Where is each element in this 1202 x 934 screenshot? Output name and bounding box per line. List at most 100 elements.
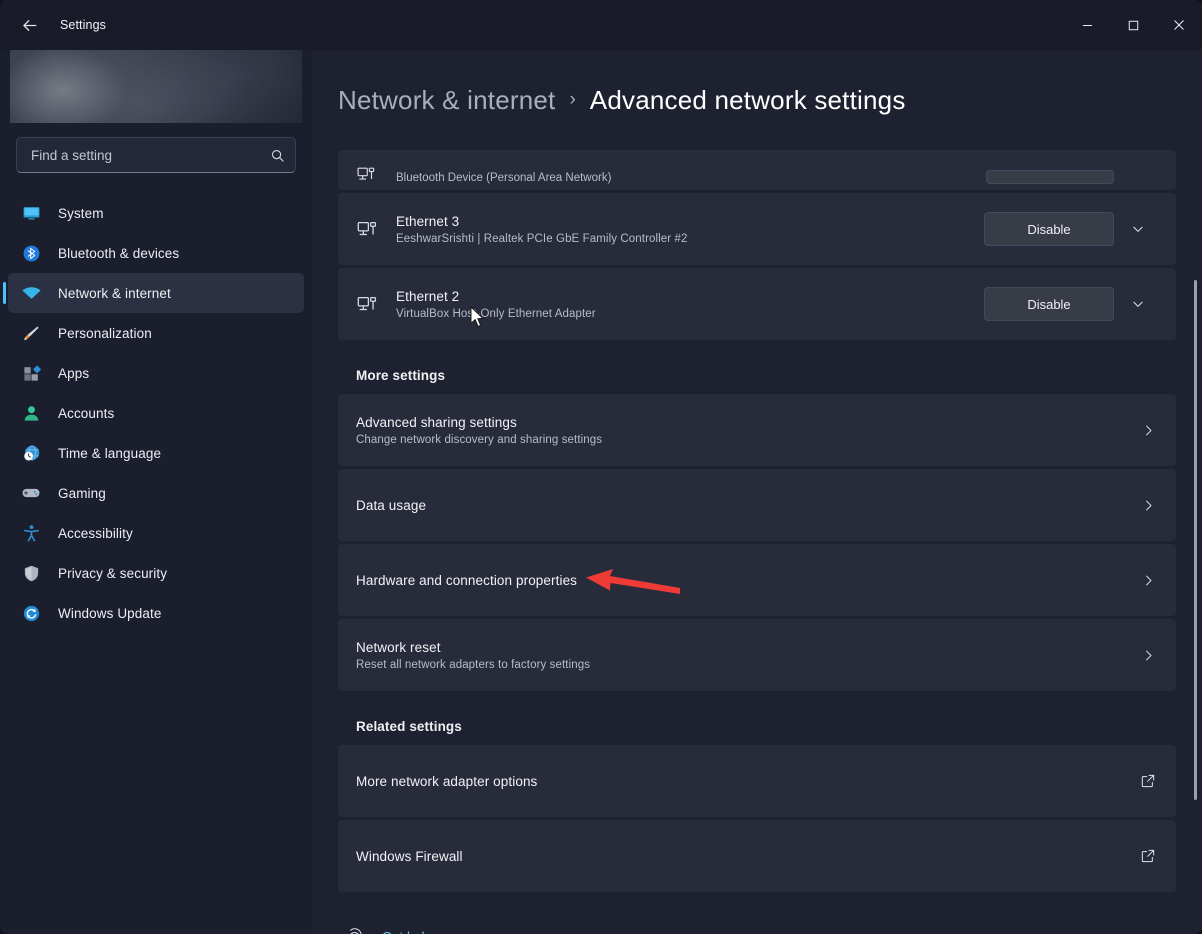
wifi-icon [20, 282, 42, 304]
setting-subtitle: Reset all network adapters to factory se… [356, 659, 1129, 671]
network-adapter-icon [356, 164, 382, 184]
gamepad-icon [20, 482, 42, 504]
search-icon [270, 148, 285, 163]
adapter-expand-button[interactable] [1120, 212, 1156, 246]
network-adapter-icon [356, 293, 382, 315]
sidebar-item-label: Privacy & security [58, 566, 167, 581]
chevron-down-icon [1131, 297, 1145, 311]
related-row-windows-firewall[interactable]: Windows Firewall [338, 820, 1176, 892]
external-link-icon [1140, 848, 1156, 864]
get-help-label: Get help [382, 929, 432, 934]
adapter-partial-description: Bluetooth Device (Personal Area Network) [396, 172, 986, 184]
minimize-icon [1082, 20, 1093, 31]
page-title: Advanced network settings [590, 85, 906, 116]
related-title: Windows Firewall [356, 849, 1128, 864]
setting-row-hardware-connection-properties[interactable]: Hardware and connection properties [338, 544, 1176, 616]
related-row-more-network-adapter-options[interactable]: More network adapter options [338, 745, 1176, 817]
clock-globe-icon [20, 442, 42, 464]
sidebar-item-label: Network & internet [58, 286, 171, 301]
adapter-disable-button[interactable]: Disable [984, 287, 1114, 321]
sidebar-nav: System Bluetooth & devices [0, 193, 312, 633]
window-body: System Bluetooth & devices [0, 50, 1202, 934]
adapter-row[interactable]: Ethernet 2 VirtualBox Host-Only Ethernet… [338, 268, 1176, 340]
update-icon [20, 602, 42, 624]
chevron-right-icon [1141, 573, 1156, 588]
sidebar-item-label: Apps [58, 366, 89, 381]
sidebar-item-apps[interactable]: Apps [8, 353, 304, 393]
setting-row-advanced-sharing[interactable]: Advanced sharing settings Change network… [338, 394, 1176, 466]
chevron-right-icon [1141, 423, 1156, 438]
app-title: Settings [60, 18, 106, 32]
adapter-row-partial[interactable]: Bluetooth Device (Personal Area Network) [338, 150, 1176, 190]
close-icon [1173, 19, 1185, 31]
account-icon [20, 402, 42, 424]
help-icon [344, 926, 364, 934]
adapter-expand-button[interactable] [1120, 287, 1156, 321]
related-settings-heading: Related settings [356, 719, 1176, 734]
sidebar-item-label: System [58, 206, 104, 221]
setting-info: Advanced sharing settings Change network… [356, 415, 1129, 446]
maximize-button[interactable] [1110, 0, 1156, 50]
sidebar-item-system[interactable]: System [8, 193, 304, 233]
sidebar-item-personalization[interactable]: Personalization [8, 313, 304, 353]
vertical-scrollbar[interactable] [1194, 280, 1197, 800]
related-info: Windows Firewall [356, 849, 1128, 864]
search-input[interactable] [31, 148, 270, 163]
sidebar-item-privacy-security[interactable]: Privacy & security [8, 553, 304, 593]
adapter-info: Ethernet 2 VirtualBox Host-Only Ethernet… [396, 289, 984, 320]
settings-scroll-region[interactable]: Bluetooth Device (Personal Area Network)… [312, 150, 1202, 934]
sidebar-item-gaming[interactable]: Gaming [8, 473, 304, 513]
related-info: More network adapter options [356, 774, 1128, 789]
sidebar-item-windows-update[interactable]: Windows Update [8, 593, 304, 633]
arrow-left-icon [20, 16, 39, 35]
footer-links: Get help Give feedback [344, 926, 1176, 934]
more-settings-heading: More settings [356, 368, 1176, 383]
adapter-disable-button[interactable]: Disable [984, 212, 1114, 246]
breadcrumb-parent[interactable]: Network & internet [338, 85, 555, 116]
search-box[interactable] [16, 137, 296, 173]
title-bar: Settings [0, 0, 1202, 50]
adapter-name: Ethernet 3 [396, 214, 984, 229]
sidebar-item-bluetooth-devices[interactable]: Bluetooth & devices [8, 233, 304, 273]
maximize-icon [1128, 20, 1139, 31]
sidebar-item-label: Bluetooth & devices [58, 246, 179, 261]
setting-row-network-reset[interactable]: Network reset Reset all network adapters… [338, 619, 1176, 691]
sidebar-item-label: Personalization [58, 326, 152, 341]
sidebar-item-accessibility[interactable]: Accessibility [8, 513, 304, 553]
adapter-partial-expand[interactable] [1120, 150, 1156, 184]
setting-title: Network reset [356, 640, 1129, 655]
content-area: Bluetooth Device (Personal Area Network)… [312, 50, 1202, 934]
system-icon [20, 202, 42, 224]
related-title: More network adapter options [356, 774, 1128, 789]
breadcrumb-separator-icon: › [569, 89, 575, 111]
setting-info: Hardware and connection properties [356, 573, 1129, 588]
back-button[interactable] [8, 9, 50, 41]
minimize-button[interactable] [1064, 0, 1110, 50]
adapter-description: VirtualBox Host-Only Ethernet Adapter [396, 308, 984, 320]
sidebar-item-label: Gaming [58, 486, 106, 501]
adapter-partial-action[interactable] [986, 170, 1114, 184]
sidebar-item-time-language[interactable]: Time & language [8, 433, 304, 473]
sidebar-item-label: Time & language [58, 446, 161, 461]
setting-title: Hardware and connection properties [356, 573, 1129, 588]
network-adapter-icon [356, 218, 382, 240]
close-button[interactable] [1156, 0, 1202, 50]
bluetooth-icon [20, 242, 42, 264]
get-help-link[interactable]: Get help [344, 926, 1176, 934]
sidebar-item-accounts[interactable]: Accounts [8, 393, 304, 433]
setting-title: Data usage [356, 498, 1129, 513]
sidebar: System Bluetooth & devices [0, 50, 312, 934]
setting-row-data-usage[interactable]: Data usage [338, 469, 1176, 541]
window-controls [1064, 0, 1202, 50]
setting-info: Data usage [356, 498, 1129, 513]
sidebar-item-network-internet[interactable]: Network & internet [8, 273, 304, 313]
brush-icon [20, 322, 42, 344]
settings-window: Settings [0, 0, 1202, 934]
setting-title: Advanced sharing settings [356, 415, 1129, 430]
sidebar-item-label: Accessibility [58, 526, 133, 541]
page-header: Network & internet › Advanced network se… [312, 50, 1202, 150]
adapter-name: Ethernet 2 [396, 289, 984, 304]
adapter-description: EeshwarSrishti | Realtek PCIe GbE Family… [396, 233, 984, 245]
accessibility-icon [20, 522, 42, 544]
adapter-row[interactable]: Ethernet 3 EeshwarSrishti | Realtek PCIe… [338, 193, 1176, 265]
